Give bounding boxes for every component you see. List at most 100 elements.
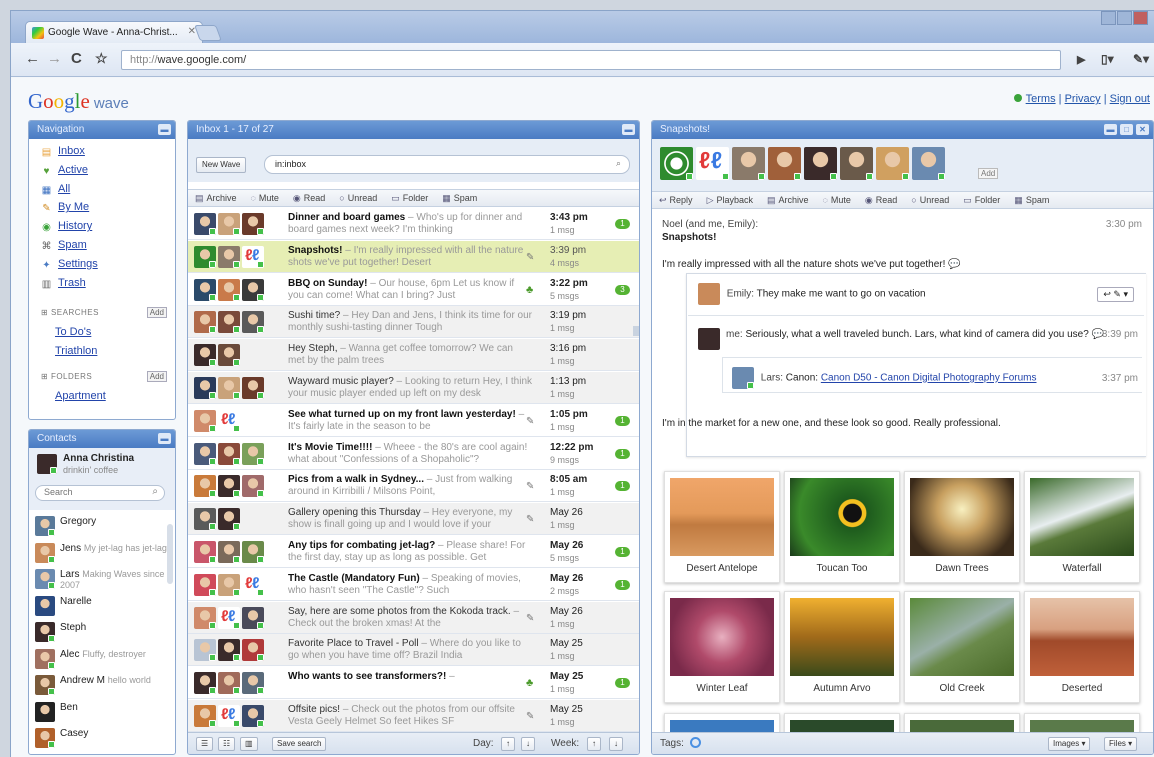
nav-item-all[interactable]: ▦ All [41, 183, 70, 201]
contact-item[interactable]: Steph [35, 622, 175, 648]
bookmark-star-icon[interactable]: ☆ [95, 50, 108, 67]
contact-item[interactable]: Alec Fluffy, destroyer [35, 648, 175, 675]
my-status[interactable]: drinkin' coffee [63, 465, 118, 475]
inbox-search-input[interactable]: in:inbox ⌕ [264, 155, 630, 174]
photo-thumbnail[interactable]: Deserted [1024, 591, 1140, 703]
new-wave-button[interactable]: New Wave [196, 157, 247, 173]
root-blip[interactable]: Noel (and me, Emily): 3:30 pm Snapshots!… [662, 218, 1142, 271]
inbox-read-button[interactable]: ◉ Read [286, 190, 332, 207]
address-bar[interactable]: http://wave.google.com/ [121, 50, 1061, 70]
inbox-scroll-handle[interactable] [633, 326, 639, 336]
files-button[interactable]: Files ▾ [1104, 737, 1138, 751]
reload-icon[interactable]: C [71, 50, 82, 67]
inbox-wave-row[interactable]: ℓ ℓ Offsite pics! – Check out the photos f… [188, 700, 639, 732]
photo-thumbnail[interactable]: Old Creek [904, 591, 1020, 703]
images-button[interactable]: Images ▾ [1048, 737, 1091, 751]
reply-blip-emily[interactable]: Emily: They make me want to go on vacati… [698, 283, 1138, 305]
wave-folder-button[interactable]: ▭ Folder [956, 192, 1007, 209]
canon-forum-link[interactable]: Canon D50 - Canon Digital Photography Fo… [821, 373, 1037, 384]
inbox-archive-button[interactable]: ▤ Archive [188, 190, 244, 207]
inbox-wave-row[interactable]: Favorite Place to Travel - Poll – Where … [188, 634, 639, 667]
nav-item-trash[interactable]: ▥ Trash [41, 277, 86, 295]
search-icon[interactable]: ⌕ [152, 486, 158, 497]
inbox-folder-button[interactable]: ▭ Folder [384, 190, 435, 207]
terms-link[interactable]: Terms [1026, 93, 1056, 105]
contact-item[interactable]: Jens My jet-lag has jet-lag [35, 542, 175, 569]
inbox-wave-row[interactable]: Gallery opening this Thursday – Hey ever… [188, 503, 639, 536]
save-search-button[interactable]: Save search [272, 737, 327, 751]
sign-out-link[interactable]: Sign out [1110, 93, 1150, 105]
nav-item-by-me[interactable]: ✎ By Me [41, 201, 89, 219]
inbox-wave-row[interactable]: ℓ ℓ Say, here are some photos from the Kok… [188, 601, 639, 634]
inbox-wave-row[interactable]: It's Movie Time!!!! – Wheee - the 80's a… [188, 437, 639, 470]
reply-indicator-icon[interactable]: 💬 [948, 259, 960, 270]
photo-thumbnail[interactable]: Toucan Too [784, 471, 900, 583]
contact-item[interactable]: Andrew M hello world [35, 675, 175, 701]
page-menu-icon[interactable]: ▯▾ [1101, 52, 1114, 66]
search-triathlon[interactable]: Triathlon [55, 345, 97, 363]
blip-actions-menu[interactable]: ↩ ✎ ▾ [1097, 287, 1134, 302]
inbox-spam-button[interactable]: ▦ Spam [435, 190, 484, 207]
forward-icon[interactable]: → [47, 50, 62, 67]
reply-blip-continued[interactable]: I'm in the market for a new one, and the… [662, 417, 1142, 430]
inbox-wave-row[interactable]: Hey Steph, – Wanna get coffee tomorrow? … [188, 339, 639, 372]
go-icon[interactable]: ▶ [1077, 53, 1085, 66]
back-icon[interactable]: ← [25, 50, 40, 67]
privacy-link[interactable]: Privacy [1065, 93, 1101, 105]
inbox-wave-row[interactable]: Dinner and board games – Who's up for di… [188, 208, 639, 240]
add-tag-icon[interactable] [690, 737, 701, 748]
contact-item[interactable]: Casey [35, 728, 175, 754]
browser-tab[interactable]: Google Wave - Anna-Christ... ✕ [25, 21, 203, 43]
inbox-mute-button[interactable]: ◌ Mute [244, 190, 286, 206]
minimize-panel-icon[interactable]: ▬ [158, 124, 171, 135]
nav-item-active[interactable]: ♥ Active [41, 164, 88, 182]
week-prev-button[interactable]: ↑ [587, 737, 601, 751]
search-todos[interactable]: To Do's [55, 326, 91, 344]
contact-item[interactable]: Lars Making Waves since 2007 [35, 569, 175, 595]
photo-thumbnail[interactable]: Winter Leaf [664, 591, 780, 703]
wave-archive-button[interactable]: ▤ Archive [760, 192, 816, 209]
inbox-wave-row[interactable]: Sushi time? – Hey Dan and Jens, I think … [188, 306, 639, 339]
folder-apartment[interactable]: Apartment [55, 390, 106, 408]
inbox-wave-row[interactable]: ℓ ℓ Snapshots! – I'm really impressed with… [188, 240, 639, 273]
wave-mute-button[interactable]: ◌ Mute [816, 192, 858, 208]
inbox-wave-row[interactable]: Pics from a walk in Sydney... – Just fro… [188, 470, 639, 503]
wave-spam-button[interactable]: ▦ Spam [1007, 192, 1056, 209]
nav-item-settings[interactable]: ✦ Settings [41, 258, 97, 276]
close-panel-icon[interactable]: ✕ [1136, 124, 1149, 135]
list-view-icon[interactable]: ☰ [196, 737, 214, 751]
minimize-panel-icon[interactable]: ▬ [622, 124, 635, 135]
inbox-unread-button[interactable]: ○ Unread [332, 190, 384, 206]
contact-item[interactable]: Narelle [35, 595, 175, 622]
week-next-button[interactable]: ↓ [609, 737, 623, 751]
wrench-menu-icon[interactable]: ✎▾ [1133, 52, 1149, 66]
photo-thumbnail[interactable]: Dawn Trees [904, 471, 1020, 583]
day-next-button[interactable]: ↓ [521, 737, 535, 751]
minimize-panel-icon[interactable]: ▬ [1104, 124, 1117, 135]
inbox-wave-row[interactable]: Wayward music player? – Looking to retur… [188, 372, 639, 404]
nav-item-inbox[interactable]: ▤ Inbox [41, 145, 85, 163]
maximize-panel-icon[interactable]: □ [1120, 124, 1133, 135]
inbox-wave-row[interactable]: Any tips for combating jet-lag? – Please… [188, 536, 639, 568]
inbox-wave-row[interactable]: ℓ ℓ The Castle (Mandatory Fun) – Speaking … [188, 568, 639, 601]
wave-unread-button[interactable]: ○ Unread [904, 192, 956, 208]
add-search-button[interactable]: Add [146, 307, 167, 318]
contacts-search-input[interactable] [44, 487, 144, 497]
day-prev-button[interactable]: ↑ [501, 737, 515, 751]
inbox-wave-row[interactable]: BBQ on Sunday! – Our house, 6pm Let us k… [188, 273, 639, 306]
digest-view-icon[interactable]: ▥ [240, 737, 258, 751]
contact-item[interactable]: Gregory [35, 516, 175, 542]
search-icon[interactable]: ⌕ [616, 158, 621, 169]
photo-thumbnail[interactable]: Autumn Arvo [784, 591, 900, 703]
contact-item[interactable]: Ben [35, 701, 175, 728]
nav-item-history[interactable]: ◉ History [41, 220, 92, 238]
nav-item-spam[interactable]: ⌘ Spam [41, 239, 87, 257]
wave-playback-button[interactable]: ▷ Playback [700, 192, 760, 209]
photo-thumbnail[interactable]: Waterfall [1024, 471, 1140, 583]
new-tab-button[interactable] [194, 25, 222, 41]
add-folder-button[interactable]: Add [146, 371, 167, 382]
reply-blip-me[interactable]: me: Seriously, what a well traveled bunc… [698, 328, 1138, 350]
photo-thumbnail[interactable]: Desert Antelope [664, 471, 780, 583]
compact-view-icon[interactable]: ☷ [218, 737, 236, 751]
minimize-panel-icon[interactable]: ▬ [158, 433, 171, 444]
